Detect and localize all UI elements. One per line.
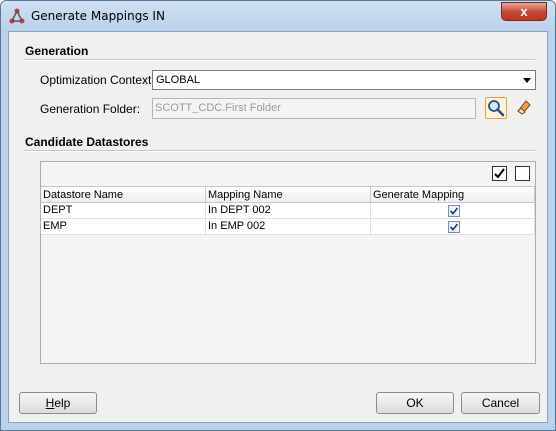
window-title: Generate Mappings IN xyxy=(31,9,165,23)
candidate-datastores-section-title: Candidate Datastores xyxy=(25,135,149,149)
dialog-content: Generation Optimization Context: GLOBAL … xyxy=(8,31,548,423)
generation-section-title: Generation xyxy=(25,44,89,58)
generation-folder-field: SCOTT_CDC.First Folder xyxy=(152,98,476,119)
odi-app-icon xyxy=(9,8,25,24)
chevron-down-icon[interactable] xyxy=(523,78,531,83)
datastore-name-cell[interactable]: DEPT xyxy=(41,203,206,219)
mapping-name-cell[interactable]: In EMP 002 xyxy=(206,219,371,235)
browse-folder-button[interactable] xyxy=(485,97,507,119)
candidate-datastores-panel: Datastore Name Mapping Name Generate Map… xyxy=(40,161,536,364)
search-icon xyxy=(488,100,505,117)
column-header-datastore-name[interactable]: Datastore Name xyxy=(41,186,206,203)
checkmark-icon xyxy=(449,223,459,231)
clear-folder-button[interactable] xyxy=(515,98,533,116)
help-label: elp xyxy=(54,396,71,410)
generate-mapping-checkbox[interactable] xyxy=(448,205,460,217)
help-button[interactable]: Help xyxy=(19,392,97,414)
generation-separator xyxy=(23,59,535,61)
datastore-name-cell[interactable]: EMP xyxy=(41,219,206,235)
ok-label: OK xyxy=(406,396,424,410)
close-button[interactable]: x xyxy=(501,2,547,21)
column-header-mapping-name[interactable]: Mapping Name xyxy=(206,186,371,203)
dialog-window: Generate Mappings IN x Generation Optimi… xyxy=(0,0,556,431)
generate-mapping-cell xyxy=(371,219,535,235)
table-row[interactable]: DEPT In DEPT 002 xyxy=(41,203,535,219)
title-bar[interactable]: Generate Mappings IN x xyxy=(1,1,555,31)
candidates-separator xyxy=(23,150,535,152)
eraser-icon xyxy=(517,100,531,115)
check-all-button[interactable] xyxy=(492,166,507,181)
table-row[interactable]: EMP In EMP 002 xyxy=(41,219,535,235)
cancel-button[interactable]: Cancel xyxy=(461,392,540,414)
mapping-name-cell[interactable]: In DEPT 002 xyxy=(206,203,371,219)
optimization-context-label: Optimization Context: xyxy=(40,73,155,87)
checkmark-icon xyxy=(449,207,459,215)
uncheck-all-button[interactable] xyxy=(515,166,530,181)
generation-folder-label: Generation Folder: xyxy=(40,102,141,116)
optimization-context-value: GLOBAL xyxy=(156,74,201,86)
generate-mapping-checkbox[interactable] xyxy=(448,221,460,233)
column-header-generate-mapping[interactable]: Generate Mapping xyxy=(371,186,535,203)
generate-mapping-cell xyxy=(371,203,535,219)
checkmark-icon xyxy=(494,168,505,179)
ok-button[interactable]: OK xyxy=(376,392,454,414)
optimization-context-select[interactable]: GLOBAL xyxy=(152,70,536,90)
close-icon: x xyxy=(520,4,528,19)
cancel-label: Cancel xyxy=(481,396,520,410)
